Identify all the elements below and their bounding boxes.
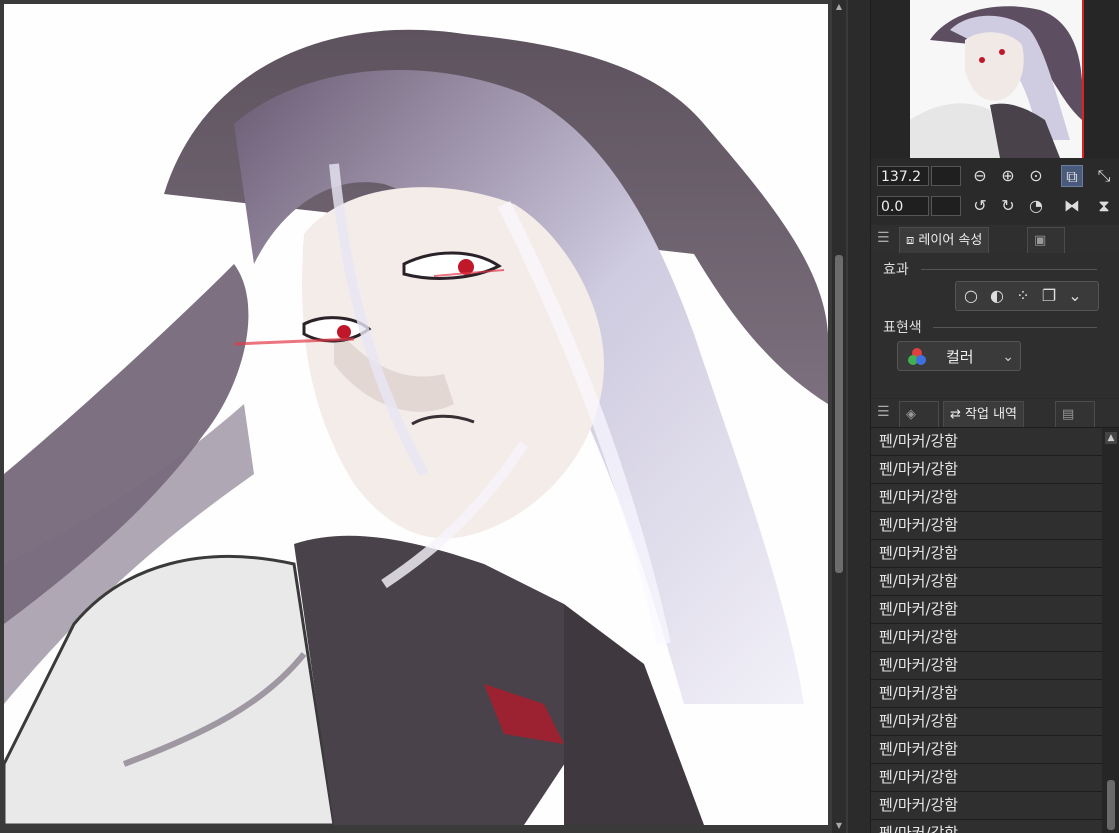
rotation-input[interactable]: 0.0	[877, 196, 929, 216]
canvas-vertical-scrollbar[interactable]: ▲ ▼	[832, 0, 846, 833]
border-effect-icon[interactable]: ○	[960, 285, 982, 307]
tab-animation[interactable]: ▤	[1055, 401, 1095, 427]
layer-property-tabbar: ☰ ⧈ 레이어 속성 ▣	[871, 225, 1119, 254]
tab-history[interactable]: ⇄ 작업 내역	[943, 401, 1025, 427]
scroll-thumb[interactable]	[1107, 780, 1115, 830]
film-icon: ▤	[1062, 407, 1075, 422]
history-item[interactable]: 펜/마커/강함	[871, 624, 1102, 652]
scroll-up-icon[interactable]: ▲	[834, 2, 844, 12]
history-item[interactable]: 펜/마커/강함	[871, 512, 1102, 540]
fit-expand-icon[interactable]: ⤡	[1093, 165, 1115, 187]
history-item[interactable]: 펜/마커/강함	[871, 792, 1102, 820]
navigator-preview-image	[910, 0, 1082, 158]
history-item[interactable]: 펜/마커/강함	[871, 736, 1102, 764]
history-list[interactable]: 펜/마커/강함 펜/마커/강함 펜/마커/강함 펜/마커/강함 펜/마커/강함 펜/마커/…	[871, 428, 1102, 833]
history-item[interactable]: 펜/마커/강함	[871, 596, 1102, 624]
layer-color-icon[interactable]: ❐	[1038, 285, 1060, 307]
zoom-row: 137.2 ⊖ ⊕ ⊙ ⧉ ⤡	[871, 164, 1119, 188]
zoom-slider[interactable]	[931, 166, 961, 186]
flip-vertical-icon[interactable]: ⧗	[1093, 195, 1115, 217]
rotate-right-icon[interactable]: ↻	[997, 195, 1019, 217]
scroll-up-icon[interactable]: ▲	[1105, 432, 1117, 444]
rotate-left-icon[interactable]: ↺	[969, 195, 991, 217]
chevron-down-icon[interactable]: ⌄	[1064, 285, 1086, 307]
reset-rotation-icon[interactable]: ◔	[1025, 195, 1047, 217]
actual-size-icon[interactable]: ⊙	[1025, 165, 1047, 187]
effect-selector[interactable]: ○ ◐ ⁘ ❐ ⌄	[955, 281, 1099, 311]
drawing-canvas[interactable]	[4, 4, 828, 825]
history-item[interactable]: 펜/마커/강함	[871, 568, 1102, 596]
history-item[interactable]: 펜/마커/강함	[871, 456, 1102, 484]
flip-horizontal-icon[interactable]: ⧓	[1061, 195, 1083, 217]
history-item[interactable]: 펜/마커/강함	[871, 428, 1102, 456]
zoom-in-icon[interactable]: ⊕	[997, 165, 1019, 187]
right-panel: 137.2 ⊖ ⊕ ⊙ ⧉ ⤡ 0.0 ↺ ↻ ◔ ⧓ ⧗ ☰ ⧈ 레이어 속성…	[870, 0, 1119, 833]
layers-icon: ◈	[906, 407, 916, 422]
expression-color-label: 표현색	[883, 320, 922, 336]
rotation-slider[interactable]	[931, 196, 961, 216]
history-item[interactable]: 펜/마커/강함	[871, 484, 1102, 512]
history-item[interactable]: 펜/마커/강함	[871, 708, 1102, 736]
rotation-row: 0.0 ↺ ↻ ◔ ⧓ ⧗	[871, 194, 1119, 218]
panel-menu-icon[interactable]: ☰	[877, 405, 891, 419]
navigator-panel	[871, 0, 1119, 158]
layer-property-icon: ⧈	[906, 233, 915, 248]
tab-other[interactable]: ▣	[1027, 227, 1065, 253]
dots-effect-icon[interactable]: ⁘	[1012, 285, 1034, 307]
history-item[interactable]: 펜/마커/강함	[871, 764, 1102, 792]
expression-color-dropdown[interactable]: 컬러 ⌄	[897, 341, 1021, 371]
expression-color-value: 컬러	[946, 348, 974, 366]
navigator-preview[interactable]	[910, 0, 1084, 158]
effect-label: 효과	[883, 262, 909, 278]
scroll-down-icon[interactable]: ▼	[834, 821, 844, 831]
canvas-area[interactable]: ▲ ▼	[0, 0, 848, 833]
panel-icon: ▣	[1034, 233, 1047, 248]
color-mode-icon	[908, 348, 926, 365]
history-item[interactable]: 펜/마커/강함	[871, 540, 1102, 568]
history-item[interactable]: 펜/마커/강함	[871, 820, 1102, 833]
tab-history-label: 작업 내역	[965, 407, 1018, 422]
scroll-thumb[interactable]	[835, 255, 843, 573]
zoom-out-icon[interactable]: ⊖	[969, 165, 991, 187]
history-panel: 펜/마커/강함 펜/마커/강함 펜/마커/강함 펜/마커/강함 펜/마커/강함 펜/마커/…	[871, 428, 1119, 833]
history-tabbar: ☰ ◈ ⇄ 작업 내역 ▤	[871, 399, 1119, 428]
history-icon: ⇄	[950, 407, 961, 422]
tone-effect-icon[interactable]: ◐	[986, 285, 1008, 307]
history-scrollbar[interactable]: ▲	[1102, 428, 1119, 833]
panel-menu-icon[interactable]: ☰	[877, 231, 891, 245]
layer-property-panel: 효과 ○ ◐ ⁘ ❐ ⌄ 표현색 컬러 ⌄	[871, 253, 1119, 398]
history-item[interactable]: 펜/마커/강함	[871, 680, 1102, 708]
divider	[933, 327, 1097, 328]
tab-layer-property-label: 레이어 속성	[918, 233, 983, 248]
fit-to-window-icon[interactable]: ⧉	[1061, 165, 1083, 187]
tab-layer[interactable]: ◈	[899, 401, 939, 427]
artwork-illustration	[4, 4, 828, 825]
chevron-down-icon: ⌄	[1002, 349, 1014, 365]
divider	[921, 269, 1097, 270]
tab-layer-property[interactable]: ⧈ 레이어 속성	[899, 227, 990, 253]
zoom-input[interactable]: 137.2	[877, 166, 929, 186]
history-item[interactable]: 펜/마커/강함	[871, 652, 1102, 680]
